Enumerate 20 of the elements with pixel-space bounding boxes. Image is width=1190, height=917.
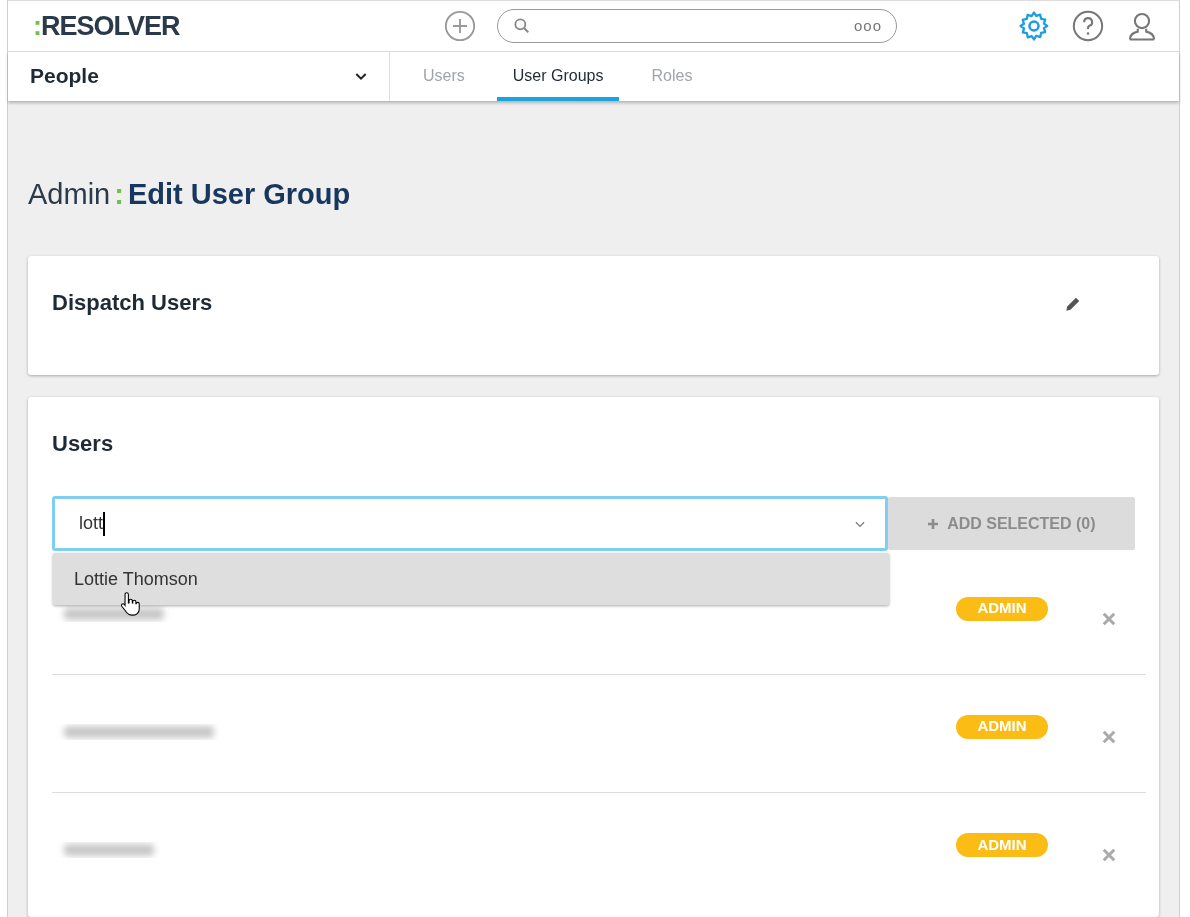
- section-dropdown[interactable]: People: [8, 51, 390, 101]
- close-icon[interactable]: [1100, 846, 1118, 864]
- title-separator: :: [114, 176, 124, 212]
- search-icon: [512, 15, 532, 36]
- settings-icon[interactable]: [1017, 8, 1051, 43]
- resolver-logo[interactable]: :RESOLVER: [33, 5, 443, 46]
- group-name: Dispatch Users: [52, 289, 213, 317]
- breadcrumb-text: Admin: [28, 176, 111, 212]
- role-badge: ADMIN: [956, 714, 1048, 739]
- plus-icon: [927, 517, 940, 530]
- add-icon[interactable]: [443, 8, 477, 43]
- role-badge: ADMIN: [956, 596, 1048, 621]
- nav-tab[interactable]: User Groups: [496, 51, 620, 101]
- more-options[interactable]: ooo: [853, 14, 882, 37]
- help-icon[interactable]: [1071, 8, 1105, 43]
- page-title: Edit User Group: [127, 176, 351, 212]
- users-heading: Users: [52, 430, 114, 458]
- user-search-field[interactable]: lott: [52, 496, 888, 551]
- suggestion-item[interactable]: Lottie Thomson: [53, 553, 889, 605]
- role-badge: ADMIN: [956, 833, 1048, 857]
